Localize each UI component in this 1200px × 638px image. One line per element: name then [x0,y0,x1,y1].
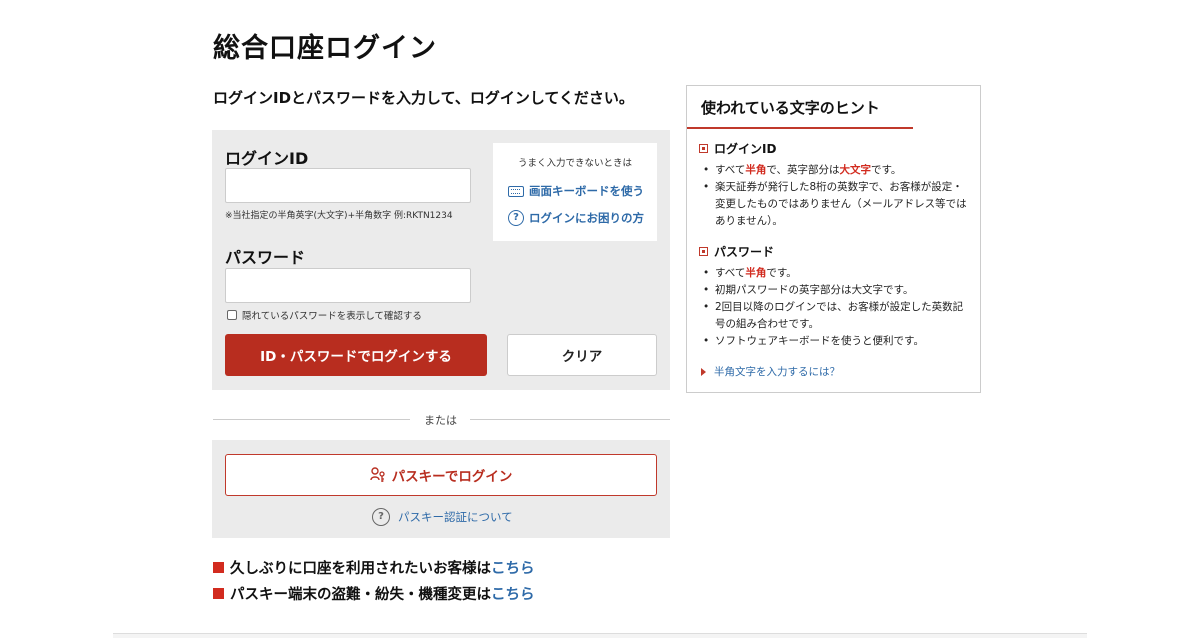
login-id-note: ※当社指定の半角英字(大文字)+半角数字 例:RKTN1234 [225,211,453,221]
show-password-label[interactable]: 隠れているパスワードを表示して確認する [242,308,422,322]
passkey-panel: パスキーでログイン ? パスキー認証について [212,440,670,538]
list-item: 2回目以降のログインでは、お客様が設定した英数記号の組み合わせです。 [703,299,969,333]
notice-link[interactable]: こちら [491,583,535,604]
hint-title-underline [687,127,913,129]
passkey-icon [369,467,385,482]
show-password-checkbox[interactable] [227,310,237,320]
login-trouble-link[interactable]: ? ログインにお困りの方 [508,210,644,226]
red-square-bullet [213,588,224,599]
list-item: ソフトウェアキーボードを使うと便利です。 [703,333,969,350]
login-panel: ログインID ※当社指定の半角英字(大文字)+半角数字 例:RKTN1234 パ… [212,130,670,390]
arrow-right-icon [701,367,706,376]
footer-edge [113,633,1087,638]
login-instruction: ログインIDとパスワードを入力して、ログインしてください。 [213,89,634,107]
hint-section-login-id: ログインID [699,140,776,157]
hint-section-heading: ログインID [714,142,777,156]
passkey-login-label[interactable]: パスキーでログイン [392,465,513,485]
half-width-input-label[interactable]: 半角文字を入力するには？ [714,364,840,379]
notice-text: パスキー端末の盗難・紛失・機種変更は [230,587,491,603]
hint-section-password: パスワード [699,243,774,260]
login-id-input[interactable] [225,168,471,203]
red-square-bullet [213,562,224,573]
password-label: パスワード [225,248,306,267]
list-item: 初期パスワードの英字部分は大文字です。 [703,282,969,299]
passkey-about-label[interactable]: パスキー認証について [398,509,513,525]
input-help-title: うまく入力できないときは [517,158,632,169]
section-square-icon [699,247,708,256]
login-trouble-label[interactable]: ログインにお困りの方 [529,210,644,226]
list-item: 楽天証券が発行した8桁の英数字で、お客様が設定・変更したものではありません（メー… [703,179,969,230]
divider-left [213,419,410,420]
screen-keyboard-label[interactable]: 画面キーボードを使う [529,183,644,199]
notice-inactive-account: 久しぶりに口座を利用されたいお客様は こちら [213,557,535,578]
or-divider-text: または [424,414,457,427]
list-item: すべて半角で、英字部分は大文字です。 [703,162,969,179]
hint-list-login-id: すべて半角で、英字部分は大文字です。 楽天証券が発行した8桁の英数字で、お客様が… [703,162,969,230]
section-square-icon [699,144,708,153]
character-hint-panel: 使われている文字のヒント ログインID すべて半角で、英字部分は大文字です。 楽… [686,85,981,393]
notice-passkey-device: パスキー端末の盗難・紛失・機種変更は こちら [213,583,535,604]
question-icon: ? [508,210,524,226]
login-id-label: ログインID [225,149,309,168]
half-width-input-link[interactable]: 半角文字を入力するには？ [701,364,840,379]
login-button[interactable]: ID・パスワードでログインする [225,334,487,376]
clear-button[interactable]: クリア [507,334,657,376]
page-title: 総合口座ログイン [213,33,437,64]
hint-list-password: すべて半角です。 初期パスワードの英字部分は大文字です。 2回目以降のログインで… [703,265,969,350]
keyboard-icon [508,185,524,197]
screen-keyboard-link[interactable]: 画面キーボードを使う [508,183,644,199]
passkey-about-link[interactable]: ? パスキー認証について [372,508,513,526]
input-help-box: うまく入力できないときは 画面キーボードを使う ? ログインにお困りの方 [493,143,657,241]
notice-text: 久しぶりに口座を利用されたいお客様は [230,561,491,577]
hint-title: 使われている文字のヒント [701,99,880,117]
list-item: すべて半角です。 [703,265,969,282]
passkey-login-button[interactable]: パスキーでログイン [225,454,657,496]
show-password-row[interactable]: 隠れているパスワードを表示して確認する [227,308,422,322]
hint-section-heading: パスワード [714,245,775,259]
question-icon: ? [372,508,390,526]
notice-link[interactable]: こちら [491,557,535,578]
divider-right [470,419,670,420]
password-input[interactable] [225,268,471,303]
